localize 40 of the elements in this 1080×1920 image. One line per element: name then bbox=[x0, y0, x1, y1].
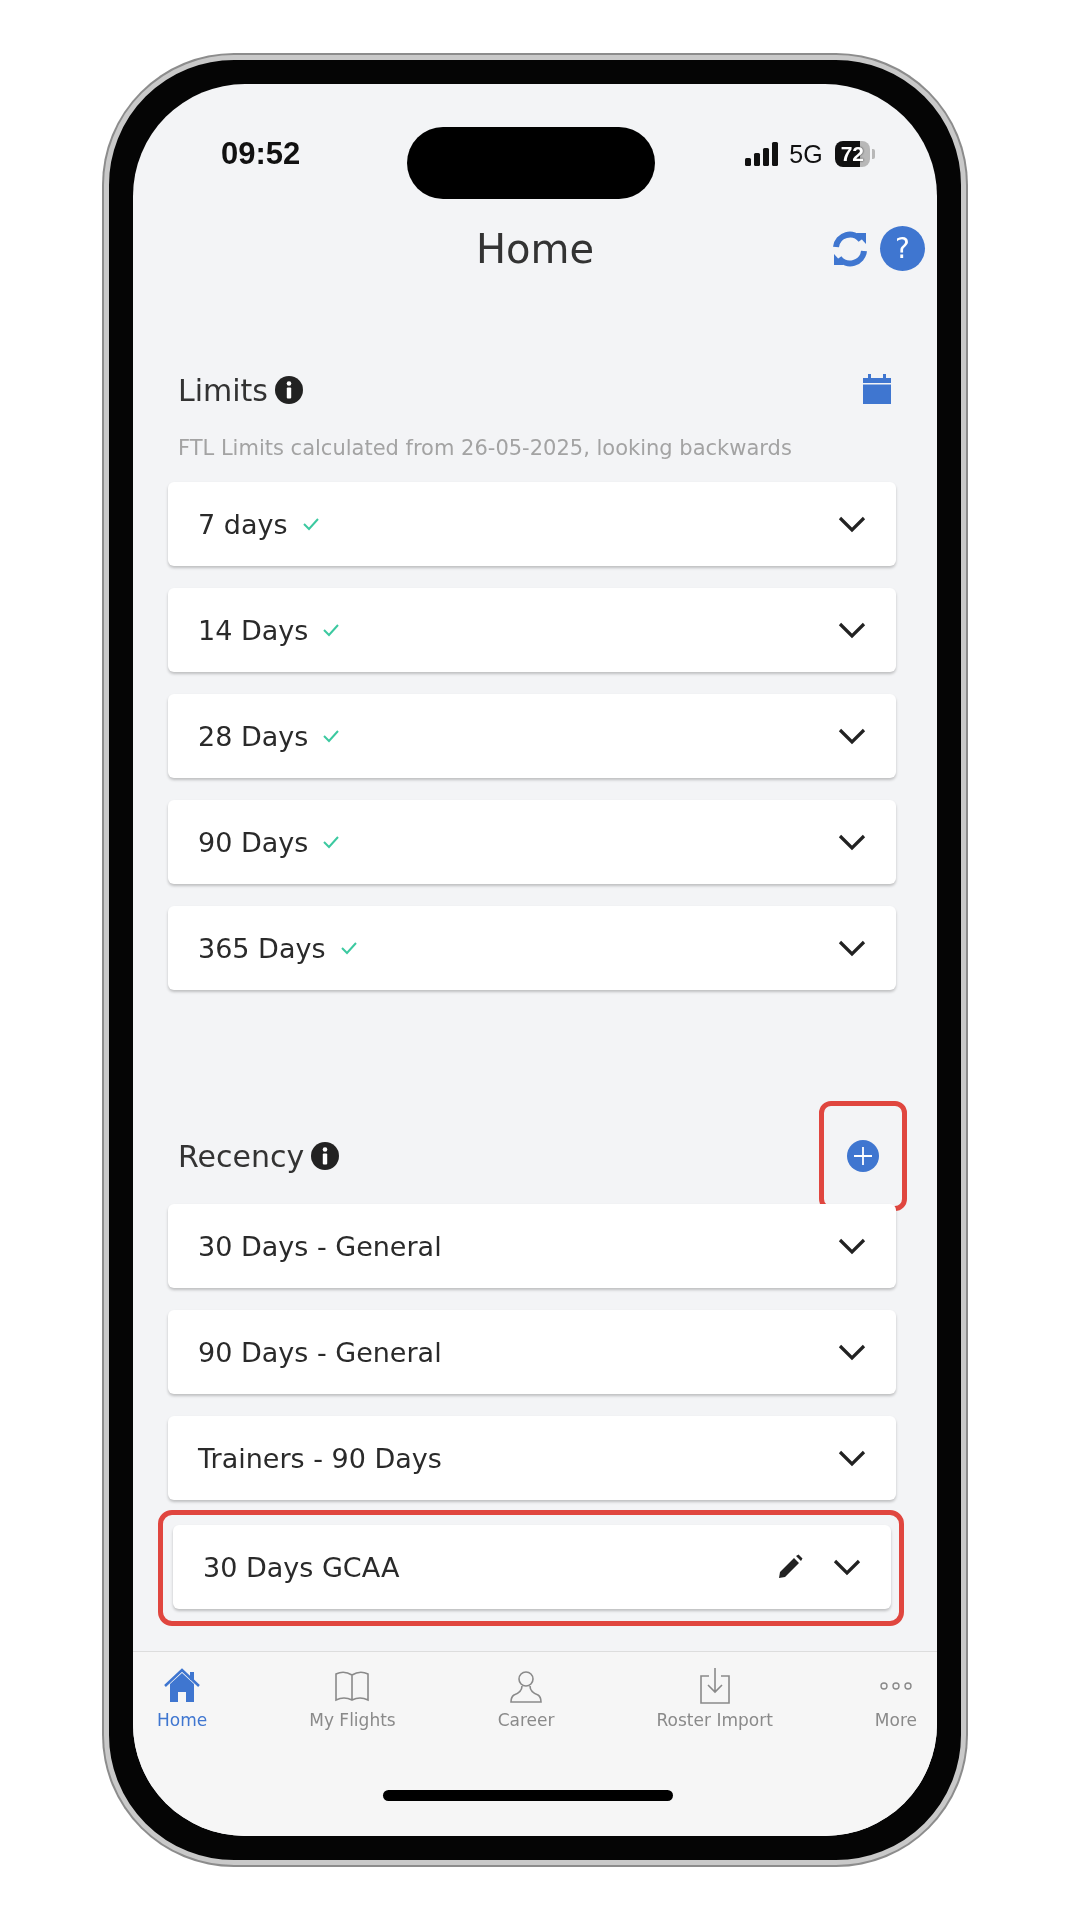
accordion-row[interactable]: 28 Days bbox=[168, 694, 896, 778]
accordion-row[interactable]: 90 Days - General bbox=[168, 1310, 896, 1394]
chevron-down-icon bbox=[838, 1343, 866, 1361]
row-label: 7 days bbox=[198, 508, 288, 540]
row-label: 90 Days - General bbox=[198, 1336, 442, 1368]
chevron-down-icon bbox=[838, 1237, 866, 1255]
row-label: 28 Days bbox=[198, 720, 309, 752]
accordion-row[interactable]: 30 Days - General bbox=[168, 1204, 896, 1288]
row-label: 30 Days GCAA bbox=[203, 1551, 400, 1583]
row-label: 365 Days bbox=[198, 932, 326, 964]
chevron-down-icon bbox=[838, 939, 866, 957]
section-title: Recency bbox=[178, 1138, 305, 1174]
row-label: 30 Days - General bbox=[198, 1230, 442, 1262]
info-icon[interactable] bbox=[274, 375, 304, 405]
chevron-down-icon bbox=[838, 621, 866, 639]
accordion-row[interactable]: 90 Days bbox=[168, 800, 896, 884]
section-title: Limits bbox=[178, 372, 268, 408]
row-label: 90 Days bbox=[198, 826, 309, 858]
section-subtitle: FTL Limits calculated from 26-05-2025, looking backwards bbox=[178, 436, 793, 460]
network-label: 5G bbox=[789, 139, 823, 169]
accordion-row[interactable]: 365 Days bbox=[168, 906, 896, 990]
help-button[interactable]: ? bbox=[880, 226, 925, 271]
tab-button[interactable]: Home bbox=[157, 1666, 208, 1758]
chevron-down-icon bbox=[833, 1558, 861, 1576]
chevron-down-icon bbox=[838, 833, 866, 851]
screen-title: Home bbox=[475, 226, 595, 272]
accordion-row[interactable]: 14 Days bbox=[168, 588, 896, 672]
calendar-icon[interactable] bbox=[861, 374, 893, 406]
status-time: 09:52 bbox=[221, 136, 301, 172]
accordion-row[interactable]: Trainers - 90 Days bbox=[168, 1416, 896, 1500]
add-icon[interactable] bbox=[846, 1139, 880, 1173]
chevron-down-icon bbox=[838, 1449, 866, 1467]
row-label: 14 Days bbox=[198, 614, 309, 646]
chevron-down-icon bbox=[838, 727, 866, 745]
pencil-icon[interactable] bbox=[777, 1554, 803, 1580]
accordion-row[interactable]: 30 Days GCAA bbox=[173, 1525, 891, 1609]
info-icon[interactable] bbox=[310, 1141, 341, 1171]
accordion-row[interactable]: 7 days bbox=[168, 482, 896, 566]
chevron-down-icon bbox=[838, 515, 866, 533]
row-label: Trainers - 90 Days bbox=[198, 1442, 442, 1474]
